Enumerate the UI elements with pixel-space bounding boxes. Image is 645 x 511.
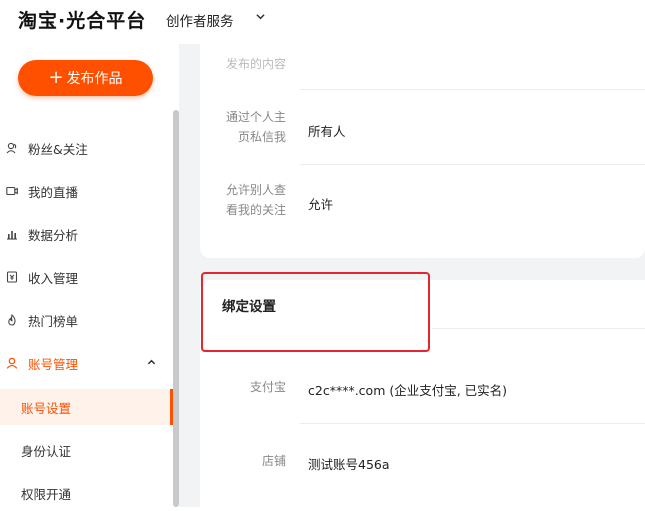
sidebar-subitem-identity[interactable]: 身份认证 (0, 432, 173, 468)
highlight-box (201, 272, 430, 352)
live-icon (6, 186, 18, 196)
sidebar-subitem-label: 权限开通 (21, 486, 72, 502)
message-permission-value[interactable]: 所有人 (308, 121, 346, 140)
fans-icon (6, 142, 17, 154)
shop-label: 店铺 (261, 454, 286, 468)
sidebar-item-data[interactable]: 数据分析 (0, 216, 173, 252)
sidebar-item-label: 粉丝&关注 (28, 141, 88, 157)
sidebar-item-label: 我的直播 (28, 184, 79, 200)
sidebar-item-label: 热门榜单 (28, 313, 79, 329)
sidebar-subitem-label: 账号设置 (21, 400, 72, 416)
message-permission-label-line2: 页私信我 (237, 130, 286, 144)
sidebar-item-label: 账号管理 (28, 356, 79, 372)
sidebar-subitem-permissions[interactable]: 权限开通 (0, 475, 173, 511)
message-permission-label-line1: 通过个人主 (225, 110, 286, 124)
partial-row-label: 发布的内容 (225, 57, 286, 71)
privacy-settings-card (200, 44, 645, 258)
chevron-up-icon[interactable] (147, 358, 156, 367)
top-header: 淘宝·光合平台 创作者服务 (0, 0, 645, 44)
sidebar-subitem-label: 身份认证 (21, 443, 72, 459)
alipay-value: c2c****.com (企业支付宝, 已实名) (308, 383, 508, 398)
alipay-label: 支付宝 (249, 380, 286, 394)
sidebar-item-fans[interactable]: 粉丝&关注 (0, 130, 173, 166)
flame-icon (8, 314, 16, 326)
follow-visibility-value[interactable]: 允许 (308, 194, 333, 213)
row-divider (300, 89, 645, 90)
publish-label: 发布作品 (66, 71, 123, 87)
user-icon (6, 357, 18, 369)
chevron-down-icon[interactable] (256, 12, 265, 21)
shop-value: 测试账号456a (308, 457, 390, 472)
sidebar-subitem-account-settings[interactable]: 账号设置 (0, 389, 173, 425)
sidebar-item-income[interactable]: 收入管理 (0, 259, 173, 295)
chart-icon (7, 231, 17, 240)
publish-button[interactable]: + 发布作品 (18, 60, 153, 96)
platform-logo[interactable]: 淘宝·光合平台 (18, 6, 146, 33)
section-divider (432, 328, 645, 329)
creator-service-menu[interactable]: 创作者服务 (166, 10, 234, 30)
follow-visibility-label-line1: 允许别人查 (225, 183, 286, 197)
follow-visibility-label-line2: 看我的关注 (225, 203, 286, 217)
row-divider (300, 423, 645, 424)
sidebar-item-hot[interactable]: 热门榜单 (0, 302, 173, 338)
income-icon (6, 271, 18, 283)
sidebar-item-label: 收入管理 (28, 270, 79, 286)
sidebar-item-account[interactable]: 账号管理 (0, 345, 173, 381)
plus-icon: + (48, 67, 64, 88)
row-divider (300, 164, 645, 165)
sidebar-item-live[interactable]: 我的直播 (0, 173, 173, 209)
sidebar-item-label: 数据分析 (28, 227, 79, 243)
